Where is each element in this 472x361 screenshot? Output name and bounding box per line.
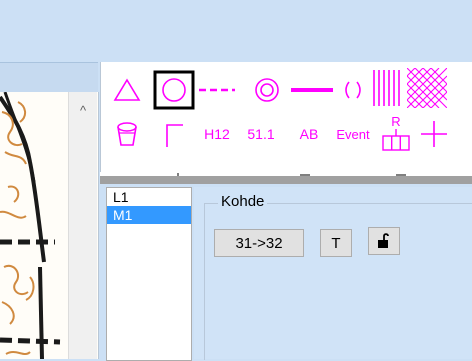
symbol-cross-hatch[interactable] — [407, 68, 447, 108]
circle-icon — [153, 70, 195, 110]
cup-icon — [117, 122, 137, 146]
corner-icon — [166, 124, 183, 147]
symbol-plus[interactable] — [419, 116, 449, 152]
list-item[interactable]: L1 — [107, 188, 191, 206]
lock-button[interactable] — [368, 227, 400, 255]
dash-line-icon — [199, 88, 235, 92]
map-header — [0, 62, 98, 93]
plus-icon — [421, 121, 447, 147]
symbol-bracket[interactable] — [339, 72, 367, 108]
symbol-text-ab[interactable]: AB — [289, 116, 329, 152]
title-band — [0, 0, 472, 62]
symbol-text-event[interactable]: Event — [331, 116, 375, 152]
scroll-up-button[interactable]: ^ — [69, 102, 97, 120]
object-properties-panel: Kohde 31->32 T — [194, 187, 472, 360]
symbol-double-circle[interactable] — [249, 72, 285, 108]
thick-line-icon — [291, 88, 333, 92]
text-button[interactable]: T — [320, 229, 352, 257]
symbol-corner[interactable] — [155, 116, 191, 152]
symbol-triangle[interactable] — [109, 72, 145, 108]
symbol-circle[interactable] — [153, 70, 195, 110]
map-vertical-scrollbar[interactable]: ^ — [68, 92, 97, 359]
course-list[interactable]: L1 M1 — [106, 187, 192, 361]
triangle-icon — [113, 78, 141, 101]
unlock-icon — [378, 233, 389, 248]
object-group-title: Kohde — [218, 193, 268, 210]
symbol-r-table[interactable]: R — [379, 112, 413, 156]
vertical-hatch-icon — [373, 70, 400, 106]
symbol-dash-line[interactable] — [197, 72, 237, 108]
bracket-icon — [345, 81, 361, 99]
list-item-selected[interactable]: M1 — [107, 206, 191, 224]
r-table-label: R — [391, 114, 400, 129]
symbol-thick-line[interactable] — [289, 72, 335, 108]
object-groupbox — [204, 203, 472, 360]
double-circle-icon — [255, 78, 279, 102]
cross-hatch-icon — [407, 68, 447, 108]
symbol-palette: H12 51.1 AB Event R — [100, 62, 472, 172]
panel-splitter[interactable] — [100, 176, 472, 184]
r-table-icon: R — [382, 114, 410, 151]
chevron-up-icon: ^ — [79, 103, 87, 118]
symbol-cup[interactable] — [109, 116, 145, 152]
symbol-text-h12[interactable]: H12 — [197, 116, 237, 152]
symbol-text-51-1[interactable]: 51.1 — [241, 116, 281, 152]
symbol-vertical-hatch[interactable] — [371, 68, 405, 108]
control-leg-button[interactable]: 31->32 — [214, 229, 304, 257]
